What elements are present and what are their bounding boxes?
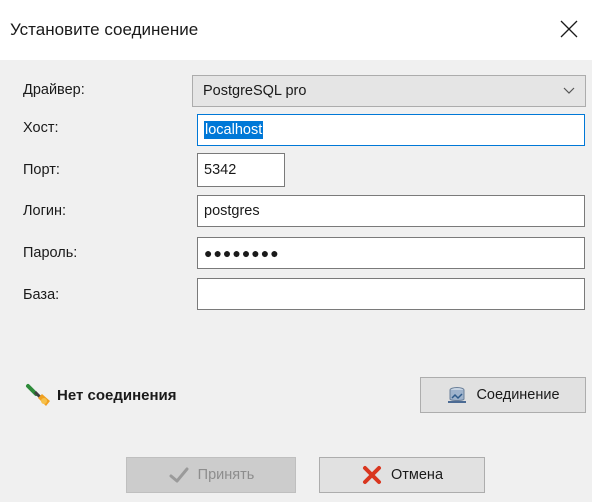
close-icon — [560, 20, 578, 38]
host-input-value: localhost — [204, 121, 264, 139]
connect-button-label: Соединение — [476, 387, 560, 403]
port-input-value: 5342 — [204, 162, 237, 178]
cross-icon — [362, 466, 381, 484]
database-label: База: — [23, 287, 60, 303]
driver-label: Драйвер: — [23, 82, 85, 98]
database-connect-icon — [448, 387, 467, 403]
cancel-button-label: Отмена — [390, 467, 444, 483]
accept-button-label: Принять — [197, 467, 255, 483]
window-title: Установите соединение — [10, 20, 199, 39]
connect-button[interactable]: Соединение — [420, 377, 586, 413]
plug-icon — [26, 384, 50, 406]
driver-select-value: PostgreSQL pro — [203, 83, 307, 99]
host-label: Хост: — [23, 120, 59, 136]
close-button[interactable] — [552, 12, 586, 46]
password-input[interactable]: ●●●●●●●● — [197, 237, 585, 269]
database-input[interactable] — [197, 278, 585, 310]
driver-select[interactable]: PostgreSQL pro — [192, 75, 586, 107]
title-bar: Установите соединение — [0, 0, 592, 60]
login-input[interactable]: postgres — [197, 195, 585, 227]
status-text: Нет соединения — [57, 386, 177, 404]
chevron-down-icon — [563, 87, 575, 94]
login-input-value: postgres — [204, 203, 260, 219]
password-input-value: ●●●●●●●● — [204, 245, 280, 261]
connection-dialog: Установите соединение Драйвер: PostgreSQ… — [0, 0, 592, 502]
checkmark-icon — [169, 467, 189, 483]
login-label: Логин: — [23, 203, 67, 219]
port-input[interactable]: 5342 — [197, 153, 285, 187]
connection-status: Нет соединения — [24, 380, 177, 410]
host-input[interactable]: localhost — [197, 114, 585, 146]
port-label: Порт: — [23, 162, 60, 178]
accept-button[interactable]: Принять — [126, 457, 296, 493]
password-label: Пароль: — [23, 245, 78, 261]
cancel-button[interactable]: Отмена — [319, 457, 485, 493]
